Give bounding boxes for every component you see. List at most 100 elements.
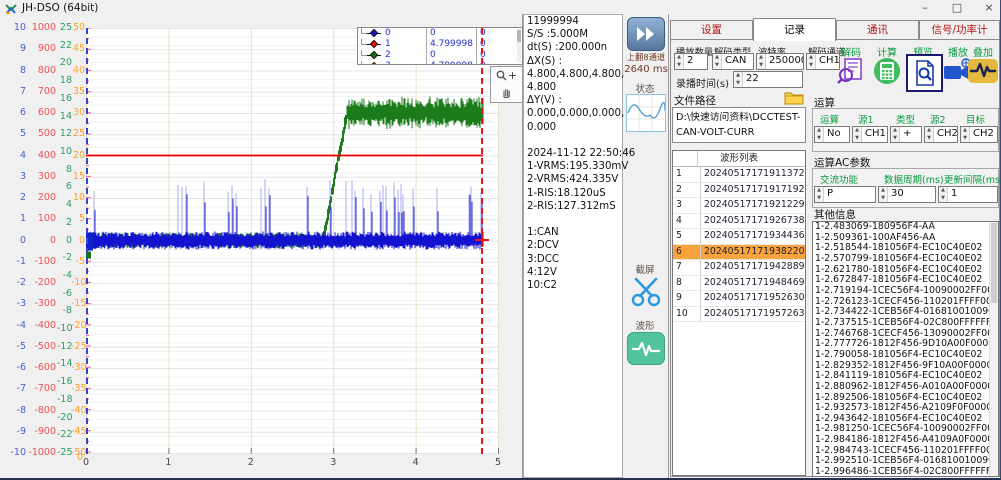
axis-tick-label: 35 [71, 87, 85, 97]
file-list-row[interactable]: 102024051717195726315.j [673, 307, 805, 323]
record-time-spinner[interactable]: ▲▼ 22 [733, 71, 803, 88]
file-list-row[interactable]: 52024051717193443672.j [673, 229, 805, 245]
legend-row[interactable]: 200 [358, 50, 522, 61]
legend-row[interactable]: 34.7999980 [358, 61, 522, 65]
calc-target-spinner[interactable]: ▲▼CH2 [960, 126, 998, 143]
fast-forward-icon [635, 26, 657, 42]
legend-row[interactable]: 14.7999980 [358, 39, 522, 50]
file-list-row[interactable]: 82024051717194846983.j [673, 276, 805, 292]
oscilloscope-plot[interactable] [86, 28, 499, 454]
axis-tick-label: -100 [28, 257, 56, 267]
title-bar: JH-DSO (64bit) – □ × [0, 0, 1001, 17]
measurement-panel: 11999994S/S :5.000Mdt(S) :200.000nΔX(S) … [523, 14, 623, 478]
file-list-row[interactable]: 72024051717194288952.j [673, 260, 805, 276]
spinner-arrows[interactable]: ▲▼ [879, 187, 888, 202]
other-info-row[interactable]: 1-2.737515-1CEB56F4-02C800FFFFFFFFFF [813, 318, 998, 329]
cursor-x1-line[interactable] [86, 28, 88, 454]
calc-op-label: 运算 [820, 112, 839, 126]
spinner-arrows[interactable]: ▲▼ [815, 127, 824, 142]
ac-update-interval-spinner[interactable]: ▲▼1 [938, 186, 998, 203]
calc-source1-spinner[interactable]: ▲▼CH1 [852, 126, 888, 143]
file-row-name: 2024051717192122920.j [701, 198, 805, 213]
axis-tick-label: 12 [57, 129, 72, 139]
measurement-line: 11999994 [524, 15, 622, 28]
file-list-row[interactable]: 12024051717191137221.j [673, 167, 805, 183]
tab-record[interactable]: 记录 [753, 18, 836, 41]
plus-icon: + [508, 69, 517, 82]
page-up-channels-label[interactable]: 上翻8通道 [622, 51, 670, 63]
spinner-arrows[interactable]: ▲▼ [853, 127, 862, 142]
playback-count-spinner[interactable]: ▲▼2 [674, 53, 708, 70]
close-button[interactable]: × [974, 0, 1001, 17]
x-axis-tick-label: 0 [83, 457, 89, 468]
file-list-row[interactable]: 42024051717192673812.j [673, 214, 805, 230]
screenshot-button[interactable] [630, 276, 662, 312]
legend-channel-number: 2 [385, 50, 391, 60]
tab-settings[interactable]: 设置 [670, 20, 753, 40]
status-thumbnail[interactable] [626, 94, 666, 132]
other-info-row[interactable]: 1-2.719194-1CEC56F4-10090002FF001100 [813, 286, 998, 297]
measurement-line: 2-VRMS:424.335V [524, 173, 622, 186]
spinner-arrows[interactable]: ▲▼ [891, 127, 900, 142]
decode-button[interactable] [834, 54, 867, 88]
spinner-arrows[interactable]: ▲▼ [757, 54, 766, 69]
legend-row[interactable]: 000 [358, 28, 522, 39]
waveform-button[interactable] [627, 332, 665, 365]
channel-legend[interactable]: 00014.799998020034.7999980 [357, 27, 523, 65]
baud-rate-spinner[interactable]: ▲▼250000 [756, 53, 804, 70]
overlay-button[interactable] [966, 54, 999, 88]
other-info-row[interactable]: 1-2.880962-1812F456-A010A00F0000FD [813, 382, 998, 393]
measurement-line: 1-VRMS:195.330mV [524, 160, 622, 173]
spinner-arrows[interactable]: ▲▼ [675, 54, 684, 69]
measurement-line: 2024-11-12 22:50:46 [524, 147, 622, 160]
file-list-row[interactable]: 92024051717195263064.j [673, 291, 805, 307]
spinner-arrows[interactable]: ▲▼ [961, 127, 970, 142]
file-list-row[interactable]: 62024051717193822080.j [673, 245, 805, 261]
measurement-line: 4:12V [524, 266, 622, 279]
axis-tick-label: -25 [71, 342, 85, 352]
legend-tree-connector [361, 61, 367, 65]
preview-button[interactable] [906, 54, 943, 92]
ac-data-period-spinner[interactable]: ▲▼30 [878, 186, 936, 203]
pan-tool[interactable] [491, 84, 522, 101]
spinner-arrows[interactable]: ▲▼ [925, 127, 934, 142]
waveform-file-list[interactable]: 波形列表 12024051717191137221.j2202405171719… [672, 150, 806, 476]
spinner-arrows[interactable]: ▲▼ [713, 54, 722, 69]
ac-function-spinner[interactable]: ▲▼P [814, 186, 876, 203]
spinner-arrows[interactable]: ▲▼ [815, 187, 824, 202]
calc-type-spinner[interactable]: ▲▼+ [890, 126, 922, 143]
axis-tick-label: 45 [71, 44, 85, 54]
decode-type-spinner[interactable]: ▲▼CAN [712, 53, 754, 70]
minimize-button[interactable]: – [910, 0, 940, 17]
axis-tick-label: 0 [57, 236, 72, 246]
calculate-button[interactable] [870, 54, 903, 88]
file-list-row[interactable]: 22024051717191719245.j [673, 183, 805, 199]
other-info-row[interactable]: 1-2.996486-1CEB56F4-02C800FFFFFFFFFF [813, 467, 998, 477]
measurement-line: 2-RIS:127.312mS [524, 200, 622, 213]
calc-source2-label: 源2 [930, 112, 946, 126]
tab-signal-power[interactable]: 信号/功率计 [919, 20, 1000, 40]
spinner-arrows[interactable]: ▲▼ [807, 54, 816, 69]
fast-forward-button[interactable] [627, 17, 665, 51]
axis-tick-label: -10 [57, 324, 72, 334]
calc-type-label: 类型 [896, 112, 915, 126]
file-list-row[interactable]: 32024051717192122920.j [673, 198, 805, 214]
axis-tick-label: 5 [2, 129, 26, 139]
other-info-scrollbar[interactable] [989, 222, 998, 476]
spinner-arrows[interactable]: ▲▼ [734, 72, 743, 87]
legend-scrollbar[interactable] [517, 30, 521, 62]
file-path-input[interactable]: D:\快速访问资料\DCCTEST-CAN-VOLT-CURR [672, 107, 806, 143]
calc-source2-spinner[interactable]: ▲▼CH2 [924, 126, 958, 143]
other-info-row[interactable]: 1-2.790058-181056F4-EC10C40E02 [813, 350, 998, 361]
spinner-arrows[interactable]: ▲▼ [939, 187, 948, 202]
maximize-button[interactable]: □ [942, 0, 972, 17]
app-icon [5, 3, 17, 15]
waveform-label: 波形 [623, 318, 667, 332]
calc-op-spinner[interactable]: ▲▼No [814, 126, 850, 143]
axis-tick-label: 800 [28, 66, 56, 76]
status-label: 状态 [623, 81, 667, 95]
other-info-list[interactable]: 1-2.483069-180956F4-AA1-2.509361-100AF45… [812, 221, 999, 477]
axis-tick-label: 500 [28, 129, 56, 139]
tab-comm[interactable]: 通讯 [836, 20, 919, 40]
zoom-in-tool[interactable]: + [491, 67, 522, 84]
